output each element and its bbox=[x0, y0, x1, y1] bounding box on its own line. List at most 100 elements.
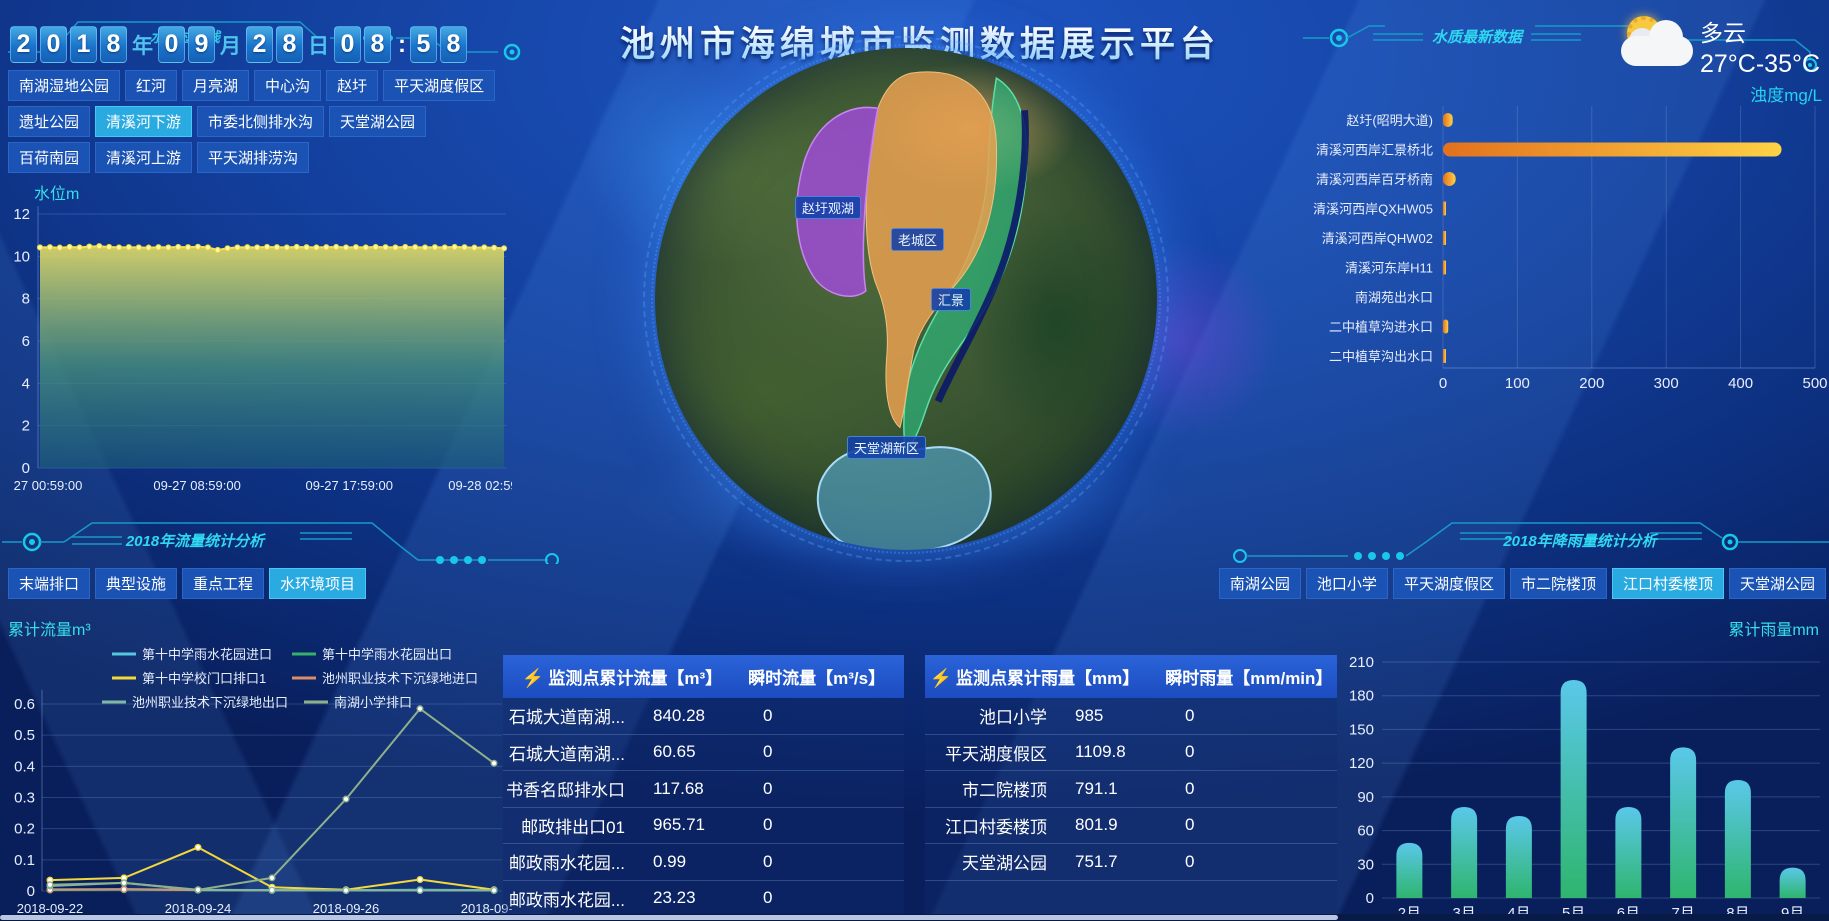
table-row[interactable]: 江口村委楼顶801.90 bbox=[925, 808, 1337, 845]
svg-text:150: 150 bbox=[1349, 721, 1374, 738]
monitor-point-name: 江口村委楼顶 bbox=[925, 813, 1075, 838]
location-tab[interactable]: 清溪河上游 bbox=[95, 142, 192, 173]
clock-digit: 0 bbox=[40, 26, 67, 63]
location-tab[interactable]: 平天湖排涝沟 bbox=[197, 142, 309, 173]
flow-category-tab[interactable]: 重点工程 bbox=[182, 568, 264, 599]
weather-panel: 多云 27°C-35°C 浊度mg/L bbox=[1700, 14, 1822, 106]
rain-station-tab[interactable]: 池口小学 bbox=[1306, 568, 1388, 599]
svg-text:2: 2 bbox=[22, 418, 30, 435]
table-row[interactable]: 天堂湖公园751.70 bbox=[925, 844, 1337, 881]
clock-digit: 1 bbox=[70, 26, 97, 63]
table-row[interactable]: 邮政雨水花园...0.990 bbox=[503, 844, 904, 881]
table-row[interactable]: 市二院楼顶791.10 bbox=[925, 771, 1337, 808]
table-row[interactable]: 邮政雨水花园...23.230 bbox=[503, 881, 904, 918]
location-tab[interactable]: 红河 bbox=[125, 70, 177, 101]
svg-text:南湖小学排口: 南湖小学排口 bbox=[334, 695, 412, 710]
weather-condition: 多云 bbox=[1700, 14, 1822, 48]
svg-text:8: 8 bbox=[22, 291, 30, 308]
location-tab[interactable]: 百荷南园 bbox=[8, 142, 90, 173]
svg-text:0: 0 bbox=[27, 883, 35, 900]
lightning-icon: ⚡ bbox=[522, 668, 544, 688]
table-row[interactable]: 邮政排出口01965.710 bbox=[503, 808, 904, 845]
cumulative-value: 60.65 bbox=[653, 742, 763, 762]
lightning-icon: ⚡ bbox=[930, 668, 952, 688]
instant-value: 0 bbox=[1185, 815, 1337, 835]
dashboard: 池州市海绵城市监测数据展示平台 水位过程线 2018年09月28日08:58 南… bbox=[0, 0, 1829, 921]
rain-station-tab[interactable]: 市二院楼顶 bbox=[1510, 568, 1607, 599]
svg-text:180: 180 bbox=[1349, 688, 1374, 705]
location-tab[interactable]: 南湖湿地公园 bbox=[8, 70, 120, 101]
svg-text:0.3: 0.3 bbox=[14, 790, 35, 807]
clock-digit: 8 bbox=[276, 26, 303, 63]
table-row[interactable]: 池口小学9850 bbox=[925, 698, 1337, 735]
location-tab[interactable]: 天堂湖公园 bbox=[329, 106, 426, 137]
rain-station-tab[interactable]: 平天湖度假区 bbox=[1393, 568, 1505, 599]
map-region-tiantanghu[interactable] bbox=[818, 447, 991, 550]
svg-text:南湖苑出水口: 南湖苑出水口 bbox=[1355, 290, 1433, 305]
rain-station-tab[interactable]: 天堂湖公园 bbox=[1729, 568, 1826, 599]
clock-digit: 2 bbox=[10, 26, 37, 63]
instant-value: 0 bbox=[763, 852, 904, 872]
map-region-label: 天堂湖新区 bbox=[847, 436, 926, 459]
svg-text:0.5: 0.5 bbox=[14, 727, 35, 744]
location-tab[interactable]: 中心沟 bbox=[254, 70, 321, 101]
table-row[interactable]: 书香名邸排水口117.680 bbox=[503, 771, 904, 808]
table-row[interactable]: 石城大道南湖...60.650 bbox=[503, 735, 904, 772]
rainfall-bar-chart: 03060901201501802102月3月4月5月6月7月8月9月 bbox=[1338, 640, 1827, 921]
cumulative-value: 985 bbox=[1075, 706, 1185, 726]
svg-text:二中植草沟进水口: 二中植草沟进水口 bbox=[1329, 320, 1433, 335]
svg-text:0: 0 bbox=[1366, 890, 1374, 907]
map-region-label: 汇景 bbox=[931, 288, 971, 311]
location-tab[interactable]: 清溪河下游 bbox=[95, 106, 192, 137]
horizontal-scrollbar[interactable] bbox=[0, 914, 1829, 921]
flow-category-tab[interactable]: 典型设施 bbox=[95, 568, 177, 599]
location-tab[interactable]: 赵圩 bbox=[326, 70, 378, 101]
monitor-point-name: 邮政雨水花园... bbox=[503, 849, 653, 874]
instant-value: 0 bbox=[763, 742, 904, 762]
cumulative-value: 23.23 bbox=[653, 888, 763, 908]
clock-digit: 2 bbox=[246, 26, 273, 63]
cumulative-value: 965.71 bbox=[653, 815, 763, 835]
svg-text:200: 200 bbox=[1579, 375, 1604, 392]
instant-value: 0 bbox=[1185, 852, 1337, 872]
table-row[interactable]: 石城大道南湖...840.280 bbox=[503, 698, 904, 735]
location-tab[interactable]: 平天湖度假区 bbox=[383, 70, 495, 101]
location-tab[interactable]: 月亮湖 bbox=[182, 70, 249, 101]
location-tab[interactable]: 市委北侧排水沟 bbox=[197, 106, 324, 137]
map-region-overlay bbox=[655, 48, 1157, 550]
svg-text:0.4: 0.4 bbox=[14, 758, 35, 775]
svg-text:2018年降雨量统计分析: 2018年降雨量统计分析 bbox=[1502, 532, 1658, 550]
flow-category-tab[interactable]: 末端排口 bbox=[8, 568, 90, 599]
monitor-point-name: 石城大道南湖... bbox=[503, 740, 653, 765]
svg-text:60: 60 bbox=[1357, 823, 1374, 840]
svg-text:100: 100 bbox=[1505, 375, 1530, 392]
cumulative-value: 1109.8 bbox=[1075, 742, 1185, 762]
svg-text:清溪河东岸H11: 清溪河东岸H11 bbox=[1345, 261, 1433, 276]
rain-station-tab[interactable]: 江口村委楼顶 bbox=[1612, 568, 1724, 599]
cumulative-value: 0.99 bbox=[653, 852, 763, 872]
svg-text:二中植草沟出水口: 二中植草沟出水口 bbox=[1329, 349, 1433, 364]
flow-category-tab[interactable]: 水环境项目 bbox=[269, 568, 366, 599]
clock-digit: 8 bbox=[364, 26, 391, 63]
rain-tab-group: 南湖公园池口小学平天湖度假区市二院楼顶江口村委楼顶天堂湖公园 bbox=[1050, 568, 1826, 599]
svg-text:第十中学雨水花园出口: 第十中学雨水花园出口 bbox=[322, 647, 452, 662]
clock-colon: : bbox=[398, 31, 406, 59]
water-level-chart: 02468101227 00:59:0009-27 08:59:0009-27 … bbox=[4, 198, 512, 498]
svg-text:清溪河西岸百牙桥南: 清溪河西岸百牙桥南 bbox=[1316, 172, 1433, 187]
location-tab[interactable]: 遗址公园 bbox=[8, 106, 90, 137]
svg-text:6: 6 bbox=[22, 333, 30, 350]
cumulative-value: 840.28 bbox=[653, 706, 763, 726]
monitor-point-name: 邮政雨水花园... bbox=[503, 886, 653, 911]
monitor-point-name: 书香名邸排水口 bbox=[503, 776, 653, 801]
svg-text:第十中学雨水花园进口: 第十中学雨水花园进口 bbox=[142, 647, 272, 662]
rain-section-header: 2018年降雨量统计分析 bbox=[1230, 518, 1829, 564]
city-map[interactable]: 赵圩观湖老城区汇景天堂湖新区 bbox=[655, 48, 1157, 550]
table-row[interactable]: 平天湖度假区1109.80 bbox=[925, 735, 1337, 772]
flow-tab-group: 末端排口典型设施重点工程水环境项目 bbox=[8, 568, 366, 599]
rain-station-tab[interactable]: 南湖公园 bbox=[1219, 568, 1301, 599]
svg-text:第十中学校门口排口1: 第十中学校门口排口1 bbox=[142, 671, 266, 686]
svg-text:池州职业技术下沉绿地进口: 池州职业技术下沉绿地进口 bbox=[322, 671, 478, 686]
svg-text:清溪河西岸QHW02: 清溪河西岸QHW02 bbox=[1322, 231, 1433, 246]
cloud-icon bbox=[1621, 36, 1693, 66]
scrollbar-thumb[interactable] bbox=[0, 915, 1338, 920]
